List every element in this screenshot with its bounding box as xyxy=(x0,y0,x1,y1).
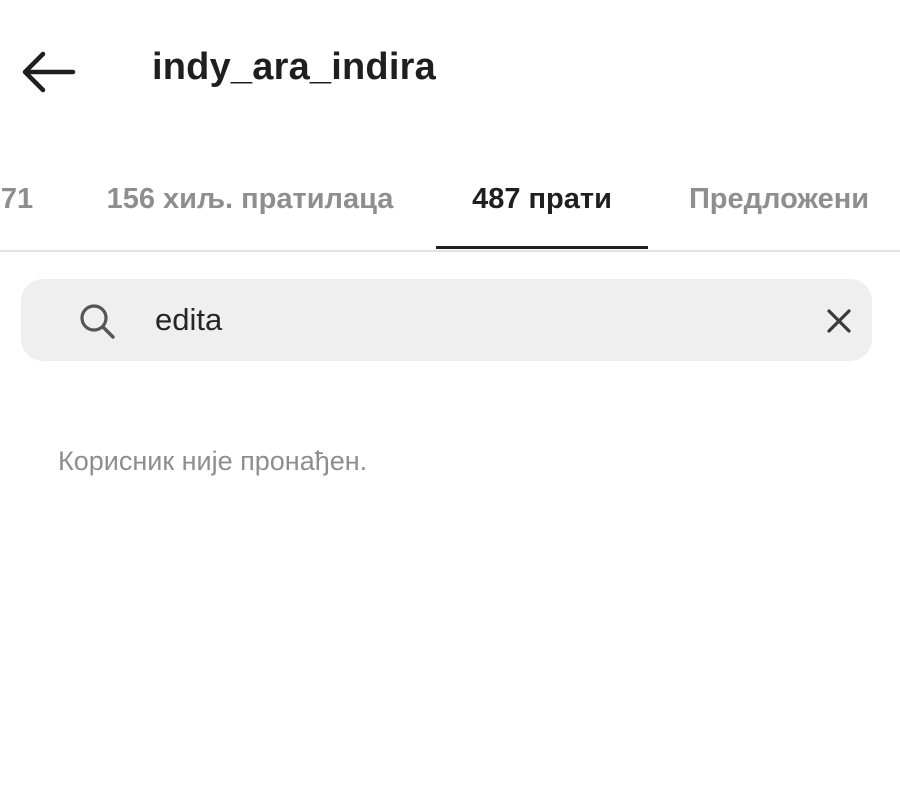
tab-posts[interactable]: 71 xyxy=(0,150,46,248)
header: indy_ara_indira xyxy=(0,0,900,140)
close-icon xyxy=(827,309,851,333)
tab-suggested[interactable]: Предложени xyxy=(668,150,890,248)
tab-bar: 71 156 хиљ. пратилаца 487 прати Предложе… xyxy=(0,150,900,252)
empty-results-message: Корисник није пронађен. xyxy=(58,446,368,476)
back-button[interactable] xyxy=(16,44,80,100)
search-bar xyxy=(21,279,872,361)
clear-search-button[interactable] xyxy=(817,299,861,343)
tab-followers[interactable]: 156 хиљ. пратилаца xyxy=(86,150,414,248)
tab-following[interactable]: 487 прати xyxy=(436,150,648,248)
arrow-left-icon xyxy=(22,51,76,93)
page-title: indy_ara_indira xyxy=(152,46,436,88)
search-input[interactable] xyxy=(155,293,775,347)
search-icon xyxy=(80,304,115,339)
active-tab-indicator xyxy=(436,246,648,249)
following-screen: indy_ara_indira 71 156 хиљ. пратилаца 48… xyxy=(0,0,900,787)
